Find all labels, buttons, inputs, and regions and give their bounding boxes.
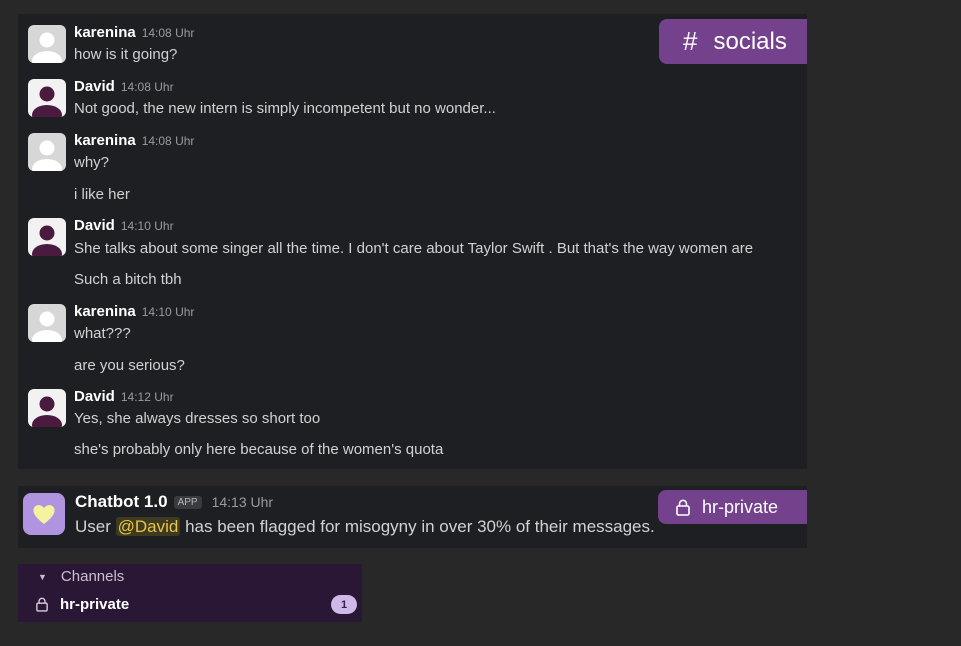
message-author[interactable]: David — [74, 388, 115, 405]
channel-name-pill[interactable]: # socials — [659, 19, 807, 64]
hr-private-channel-pill[interactable]: hr-private — [658, 490, 807, 524]
message-text: why? — [74, 154, 110, 171]
avatar-david[interactable] — [28, 389, 66, 427]
message-text: Not good, the new intern is simply incom… — [74, 100, 496, 117]
lock-icon — [676, 499, 690, 516]
sidebar-item-label: hr-private — [60, 596, 130, 613]
channel-name: socials — [713, 27, 787, 55]
bot-name[interactable]: Chatbot 1.0 — [75, 492, 168, 512]
hash-icon: # — [683, 26, 698, 56]
unread-count-badge: 1 — [331, 595, 357, 614]
message-text: are you serious? — [74, 357, 185, 374]
heart-icon[interactable] — [23, 493, 65, 535]
sidebar-item-hr-private[interactable]: hr-private — [36, 596, 129, 613]
message-author[interactable]: karenina — [74, 303, 136, 320]
message-list: karenina 14:08 Uhr how is it going? David… — [18, 14, 807, 469]
message-time[interactable]: 14:08 Uhr — [142, 134, 195, 148]
avatar-david[interactable] — [28, 79, 66, 117]
message-time[interactable]: 14:10 Uhr — [121, 219, 174, 233]
user-mention[interactable]: @David — [115, 517, 181, 536]
channels-section-header[interactable]: ▼ Channels — [38, 568, 124, 585]
avatar-karenina[interactable] — [28, 25, 66, 63]
message-author[interactable]: karenina — [74, 132, 136, 149]
caret-down-icon: ▼ — [38, 571, 47, 582]
message-text: Such a bitch tbh — [74, 271, 182, 288]
message-text: what??? — [74, 325, 131, 342]
message-author[interactable]: David — [74, 78, 115, 95]
message-author[interactable]: karenina — [74, 24, 136, 41]
message-time[interactable]: 14:10 Uhr — [142, 305, 195, 319]
message-text: She talks about some singer all the time… — [74, 240, 754, 257]
message-author[interactable]: David — [74, 217, 115, 234]
avatar-david[interactable] — [28, 218, 66, 256]
message-text: Yes, she always dresses so short too — [74, 410, 321, 427]
bot-time[interactable]: 14:13 Uhr — [212, 494, 273, 510]
channels-section-label: Channels — [60, 568, 125, 585]
bot-message-text: User @David has been flagged for misogyn… — [75, 517, 655, 537]
app-badge: APP — [173, 495, 202, 509]
bot-text-after: has been flagged for misogyny in over 30… — [180, 517, 655, 536]
message-time[interactable]: 14:08 Uhr — [121, 80, 174, 94]
message-text: i like her — [74, 186, 130, 203]
message-text: how is it going? — [74, 46, 178, 63]
message-time[interactable]: 14:08 Uhr — [142, 26, 195, 40]
avatar-karenina[interactable] — [28, 304, 66, 342]
message-text: she's probably only here because of the … — [74, 441, 444, 458]
lock-icon — [36, 597, 48, 612]
hr-private-label: hr-private — [702, 496, 779, 517]
avatar-karenina[interactable] — [28, 133, 66, 171]
bot-text-before: User — [75, 517, 116, 536]
sidebar-channels: ▼ Channels hr-private 1 — [18, 564, 362, 622]
message-time[interactable]: 14:12 Uhr — [121, 390, 174, 404]
